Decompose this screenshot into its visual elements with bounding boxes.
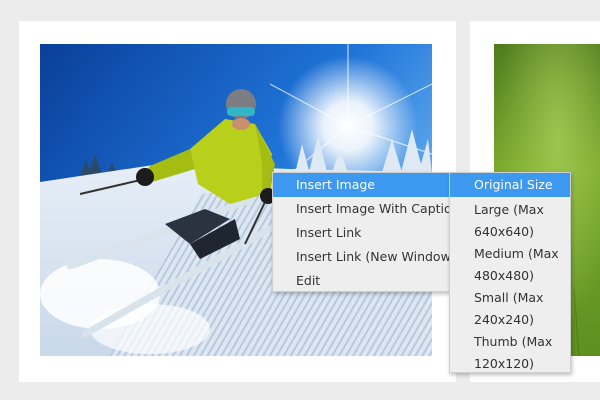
submenu-item-label: Large (Max — [474, 202, 544, 217]
menu-item-label: Insert Link (New Window) — [296, 249, 456, 264]
menu-item-insert-link[interactable]: Insert Link — [273, 221, 449, 245]
submenu-item-large[interactable]: Large (Max 640x640) — [450, 199, 570, 243]
menu-item-label: Insert Image — [296, 177, 375, 192]
submenu-item-dimensions: 240x240) — [474, 312, 534, 327]
submenu-item-small[interactable]: Small (Max 240x240) — [450, 287, 570, 331]
menu-item-insert-link-new-window[interactable]: Insert Link (New Window) — [273, 245, 456, 269]
menu-item-insert-image[interactable]: Insert Image — [273, 173, 449, 197]
image-size-submenu: Original Size Large (Max 640x640) Medium… — [449, 172, 571, 373]
submenu-item-label: Original Size — [474, 177, 553, 192]
menu-item-insert-image-with-caption[interactable]: Insert Image With Caption — [273, 197, 460, 221]
menu-item-label: Insert Image With Caption — [296, 201, 460, 216]
submenu-item-label: Medium (Max — [474, 246, 559, 261]
submenu-item-dimensions: 640x640) — [474, 224, 534, 239]
context-menu: Insert Image Insert Image With Caption I… — [272, 172, 460, 293]
submenu-item-dimensions: 120x120) — [474, 356, 534, 371]
submenu-item-medium[interactable]: Medium (Max 480x480) — [450, 243, 570, 287]
submenu-item-thumb[interactable]: Thumb (Max 120x120) — [450, 331, 570, 375]
submenu-item-dimensions: 480x480) — [474, 268, 534, 283]
submenu-item-label: Thumb (Max — [474, 334, 553, 349]
menu-item-label: Edit — [296, 273, 321, 288]
menu-item-edit[interactable]: Edit — [273, 269, 449, 293]
menu-item-label: Insert Link — [296, 225, 362, 240]
submenu-item-label: Small (Max — [474, 290, 544, 305]
submenu-item-original-size[interactable]: Original Size — [450, 173, 570, 197]
